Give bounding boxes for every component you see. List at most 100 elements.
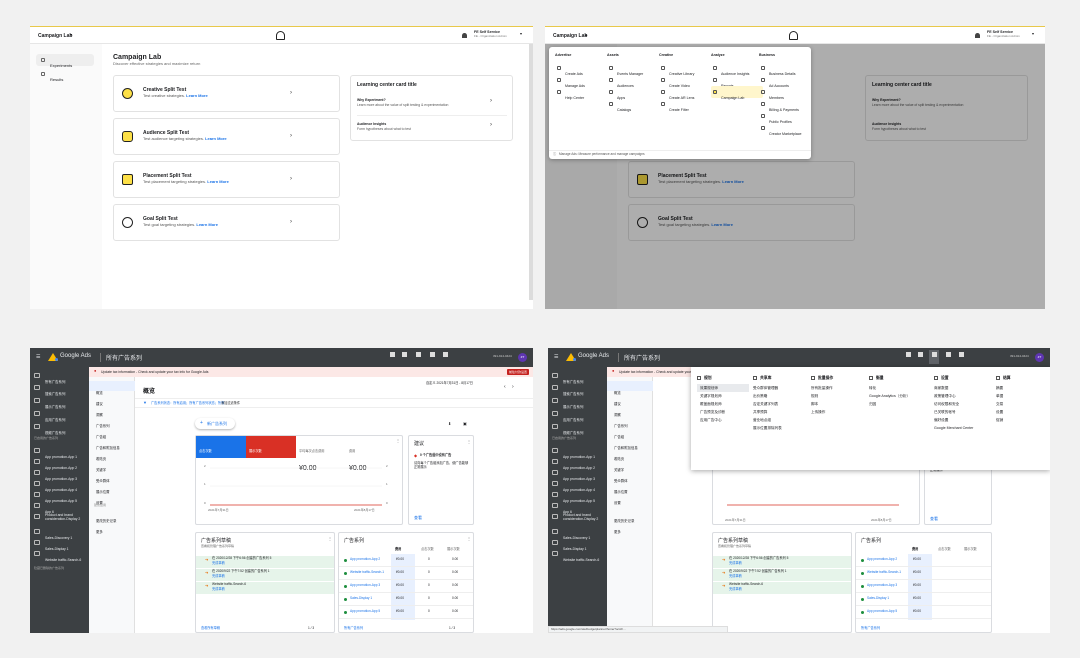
nav-campaign[interactable]: App promotion-App 4 [548, 478, 607, 492]
learning-item[interactable]: Why Experiment? Learn more about the val… [357, 96, 507, 116]
learn-more-link[interactable]: Learn More [186, 93, 208, 98]
campaign-link[interactable]: Sales-Display 1 [350, 596, 372, 601]
menu-item-preferences[interactable]: 偏好设置 [934, 416, 973, 424]
new-campaign-button[interactable]: + 新广告系列 [195, 418, 235, 429]
menu-item-creative-library[interactable]: Creative Library [659, 62, 711, 76]
menu-item-conversions[interactable]: 转化 [869, 384, 910, 392]
learn-more-link[interactable]: Learn More [205, 136, 227, 141]
campaign-link[interactable]: App promotion-App 3 [350, 583, 380, 588]
nav-change-history[interactable]: 更改历史记录 [89, 509, 135, 523]
menu-item-linked-accounts[interactable]: 已关联的帐号 [934, 408, 973, 416]
sidebar-item-results[interactable]: Results [36, 68, 94, 82]
column-header-cost[interactable]: 费用 [395, 547, 401, 552]
menu-item-negative-keyword-lists[interactable]: 否定关键字列表 [753, 400, 782, 408]
table-row[interactable]: Website traffic-Search-1 ¥0.00 [856, 567, 991, 580]
nav-campaigns[interactable]: 广告系列 [607, 414, 653, 428]
account-id[interactable]: 391-914-0424 [493, 354, 512, 359]
more-icon[interactable]: ⋮ [396, 438, 400, 444]
nav-overview[interactable]: 概览 [89, 381, 135, 395]
nav-campaigns[interactable]: 广告系列 [89, 414, 135, 428]
menu-item-create-ar-lens[interactable]: Create AR Lens [659, 86, 711, 100]
campaign-link[interactable]: App promotion-App 5 [350, 609, 380, 614]
metric-avg-cpc[interactable]: 平均每次点击费用 ¥0.00 [296, 436, 346, 472]
menu-item-keyword-planner[interactable]: 关键字规划师 [697, 392, 749, 400]
menu-icon[interactable]: ☰ [36, 354, 40, 360]
nav-search-campaigns[interactable]: 搜索广告系列 [548, 382, 607, 396]
menu-item-catalogs[interactable]: Catalogs [607, 98, 659, 112]
nav-display-campaigns[interactable]: 展示广告系列 [548, 395, 607, 409]
table-row[interactable]: App promotion-App 3 ¥0.00 [856, 580, 991, 593]
date-range-picker[interactable]: 自定义 2021年7月31日 - 8月17日 [426, 381, 473, 386]
draft-row[interactable]: ➔ 在 2020/12/28 下午6:56 创建的广告系列 5 完成草稿 [196, 556, 334, 568]
table-row[interactable]: App promotion-App 5 ¥0.00 [856, 606, 991, 619]
nav-audiences[interactable]: 受众群体 [89, 469, 135, 483]
pager[interactable]: 1 / 3 [308, 626, 314, 631]
nav-campaign[interactable]: App promotion-App 2 [548, 456, 607, 470]
nav-overview[interactable]: 概览 [607, 381, 653, 395]
menu-item-location-groups[interactable]: 营业地点组 [753, 416, 782, 424]
learn-more-link[interactable]: Learn More [207, 179, 229, 184]
menu-item-uploads[interactable]: 上传操作 [811, 408, 833, 416]
nav-campaign[interactable]: App promotion-App 3 [30, 467, 89, 481]
audience-split-test-card[interactable]: Audience Split Test Test audience target… [113, 118, 340, 155]
nav-campaign[interactable]: Sales-Discovery 1 [548, 526, 607, 540]
menu-item-billing[interactable]: Billing & Payments [759, 98, 811, 112]
chevron-down-icon[interactable]: ▾ [520, 31, 522, 37]
menu-item-events-manager[interactable]: Events Manager [607, 62, 659, 76]
column-header-cost[interactable]: 费用 [912, 547, 918, 552]
table-row[interactable]: App promotion-App 3 ¥0.00 0 0.00 [339, 580, 473, 593]
nav-insights[interactable]: 洞察 [89, 403, 135, 417]
menu-item-apps[interactable]: Apps [607, 86, 659, 100]
chevron-down-icon[interactable]: ▾ [70, 32, 72, 38]
menu-item-reach-planner[interactable]: 覆盖面规划师 [697, 400, 749, 408]
chevron-up-icon[interactable]: ▴ [585, 32, 587, 38]
draft-row[interactable]: ➔ 在 2020/9/22 下午7:52 创建的广告系列 1 完成草稿 [196, 569, 334, 581]
nav-video-campaigns[interactable]: 视频广告系列 [548, 421, 607, 435]
complete-draft-link[interactable]: 完成草稿 [212, 561, 225, 566]
metric-clicks[interactable]: 点击次数 0 [196, 436, 246, 472]
more-icon[interactable]: ⋮ [467, 536, 471, 542]
menu-item-shared-budgets[interactable]: 共享预算 [753, 408, 782, 416]
menu-item-billing-settings[interactable]: 设置 [996, 408, 1011, 416]
menu-item-public-profiles[interactable]: Public Profiles [759, 110, 811, 124]
nav-campaign[interactable]: App 6 [548, 500, 607, 514]
nav-campaign[interactable]: Product and brand consideration-Display … [548, 511, 607, 525]
nav-campaign[interactable]: App promotion-App 4 [30, 478, 89, 492]
menu-item-business-details[interactable]: Business Details [759, 62, 811, 76]
menu-item-create-video[interactable]: Create Video [659, 74, 711, 88]
menu-item-all-bulk-actions[interactable]: 所有批量操作 [811, 384, 833, 392]
table-row[interactable]: Sales-Display 1 ¥0.00 0 0.00 [339, 593, 473, 606]
menu-item-performance-planner[interactable]: 效果规划师 [697, 384, 749, 392]
nav-display-campaigns[interactable]: 展示广告系列 [30, 395, 89, 409]
draft-row[interactable]: ➔ 在 2020/12/28 下午6:56 创建的广告系列 5 完成草稿 [713, 556, 851, 568]
menu-item-app-advertising-hub[interactable]: 应用广告中心 [697, 416, 749, 424]
metric-impressions[interactable]: 展示次数 0 [246, 436, 296, 472]
brand-menu[interactable]: Campaign Lab [553, 33, 587, 39]
table-row[interactable]: App promotion-App 2 ¥0.00 [856, 554, 991, 567]
more-icon[interactable]: ⋮ [467, 439, 471, 445]
nav-placements[interactable]: 展示位置 [607, 480, 653, 494]
tools-button[interactable]: 工具和设置 [929, 350, 944, 372]
banner-action-button[interactable]: 前往付款设置 [507, 369, 529, 375]
column-header-clicks[interactable]: 点击次数 [421, 547, 434, 552]
nav-video-campaigns[interactable]: 视频广告系列 [30, 421, 89, 435]
menu-item-campaign-lab[interactable]: Campaign Lab [711, 86, 763, 100]
table-row[interactable]: Website traffic-Search-1 ¥0.00 0 0.00 [339, 567, 473, 580]
draft-row[interactable]: ➔ Website traffic-Search-6 完成草稿 [713, 582, 851, 594]
nav-ad-groups[interactable]: 广告组 [607, 425, 653, 439]
menu-item-policy-manager[interactable]: 政策管理中心 [934, 392, 973, 400]
menu-item-placement-exclusions[interactable]: 展示位置排除列表 [753, 424, 782, 432]
metric-cost[interactable]: 费用 ¥0.00 [346, 436, 396, 472]
bell-icon[interactable] [975, 33, 980, 38]
nav-campaign[interactable]: App promotion-App 1 [30, 445, 89, 459]
menu-item-summary[interactable]: 摘要 [996, 384, 1011, 392]
menu-item-audiences[interactable]: Audiences [607, 74, 659, 88]
menu-item-access-security[interactable]: 访问权限和安全 [934, 400, 973, 408]
hide-removed-link[interactable]: 隐藏已删除的广告系列 [34, 566, 64, 571]
campaign-link[interactable]: App promotion-App 5 [867, 609, 897, 614]
nav-insights[interactable]: 洞察 [607, 403, 653, 417]
nav-app-campaigns[interactable]: 应用广告系列 [548, 408, 607, 422]
placement-split-test-card[interactable]: Placement Split Test Test placement targ… [113, 161, 340, 198]
menu-item-create-ads[interactable]: Create Ads [555, 62, 607, 76]
nav-recommendations[interactable]: 建议 [89, 392, 135, 406]
